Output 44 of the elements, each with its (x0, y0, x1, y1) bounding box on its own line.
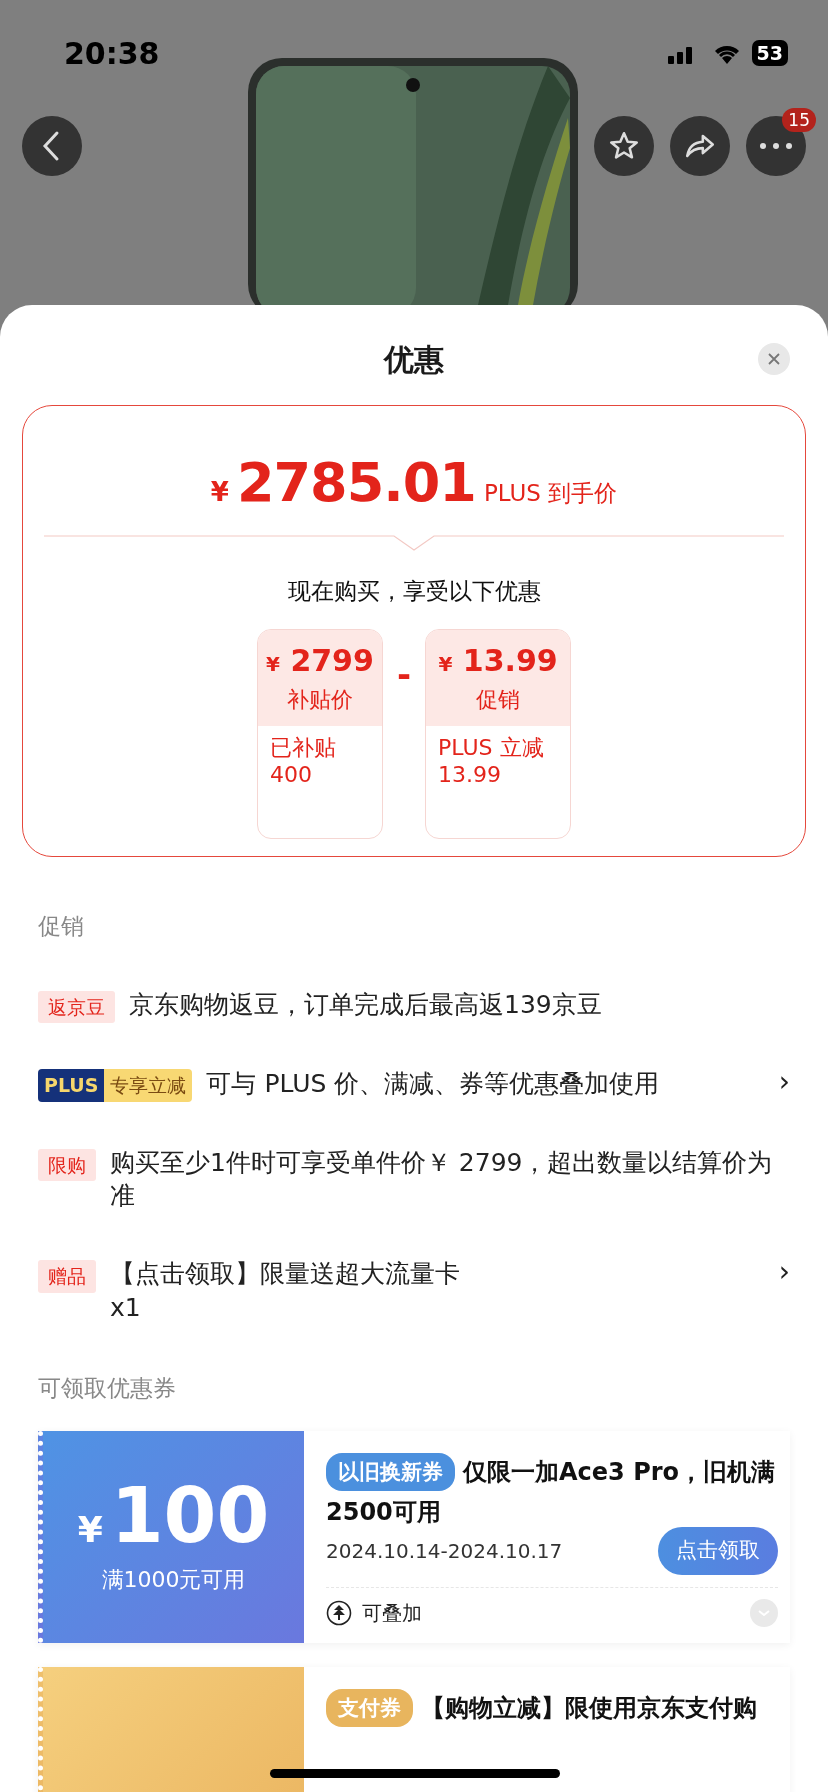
discount-detail: 已补贴 400 (268, 733, 337, 789)
price-label: PLUS 到手价 (483, 479, 618, 508)
promo-tag: 赠品 (38, 1260, 96, 1293)
close-button[interactable] (758, 343, 790, 375)
price-subtitle: 现在购买，享受以下优惠 (286, 577, 542, 606)
chevron[interactable]: › (778, 1257, 790, 1288)
minus-sign: - (396, 652, 412, 696)
stack-icon (326, 1599, 352, 1626)
coupon-title: 2500可用 (326, 1497, 442, 1528)
sheet-title: 优惠 (382, 341, 445, 379)
section-title: 促销 (37, 912, 85, 941)
coupon-title: 【购物立减】限使用京东支付购 (421, 1693, 757, 1724)
discount-amount: ¥ 2799 (265, 641, 375, 680)
promo-text: 购买至少1件时可享受单件价￥ 2799，超出数量以结算价为准 (110, 1146, 774, 1213)
battery-indicator: 53 (751, 40, 788, 66)
promo-tag: 返京豆 (38, 990, 115, 1023)
chevron[interactable]: › (778, 1067, 790, 1098)
promo-text: 京东购物返豆，订单完成后最高返139京豆 (129, 988, 603, 1021)
currency-symbol: ¥ (77, 1508, 103, 1552)
more-icon (758, 142, 794, 150)
claim-button[interactable]: 点击领取 (658, 1527, 778, 1575)
currency-symbol: ¥ (210, 476, 229, 509)
discount-amount: ¥ 13.99 (437, 641, 559, 680)
favorite-button[interactable] (594, 116, 654, 176)
promo-text: 【点击领取】限量送超大流量卡 x1 (110, 1258, 461, 1324)
notification-badge: 15 (782, 108, 816, 132)
discount-label: 促销 (475, 685, 522, 714)
coupon-tag: 支付券 (326, 1688, 413, 1728)
discount-detail: PLUS 立减 13.99 (437, 733, 545, 789)
coupon-amount: 100 (110, 1478, 270, 1554)
promo-text: 可与 PLUS 价、满减、券等优惠叠加使用 (206, 1068, 661, 1100)
coupon-tag: 以旧换新券 (326, 1452, 455, 1492)
status-time: 20:38 (64, 34, 160, 73)
discount-label: 补贴价 (285, 685, 354, 714)
final-price: 2785.01 (236, 456, 476, 510)
back-button[interactable] (22, 116, 82, 176)
close-icon (767, 352, 781, 366)
share-button[interactable] (670, 116, 730, 176)
coupon-title: 仅限一加Ace3 Pro，旧机满 (463, 1457, 776, 1488)
promo-tag: 限购 (38, 1148, 96, 1181)
coupon-date: 2024.10.14-2024.10.17 (326, 1538, 563, 1566)
coupon-condition: 满1000元可用 (101, 1566, 246, 1594)
section-title: 可领取优惠券 (37, 1373, 177, 1403)
stack-label: 可叠加 (362, 1599, 422, 1627)
